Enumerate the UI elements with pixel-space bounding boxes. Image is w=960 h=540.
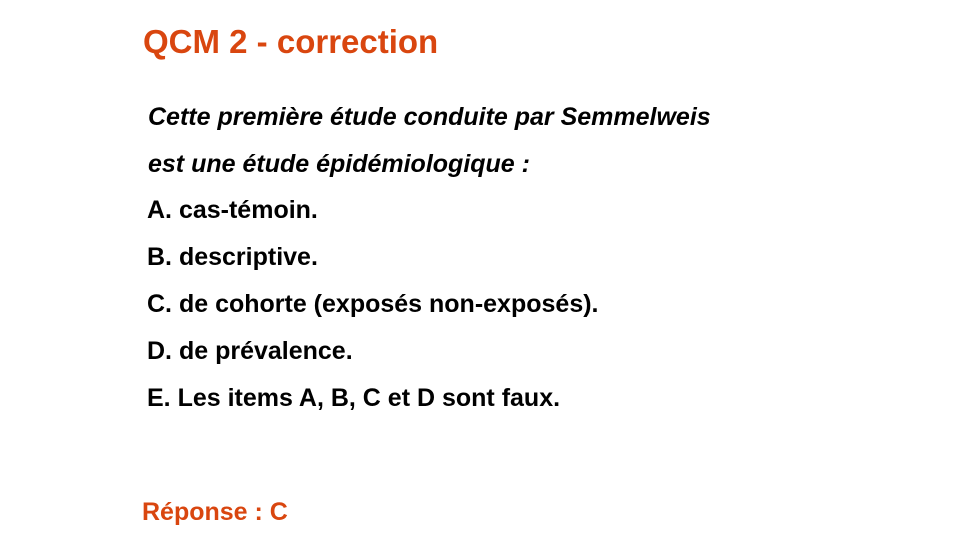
answer-text: Réponse : C (142, 498, 288, 526)
slide: QCM 2 - correction Cette première étude … (0, 0, 960, 540)
option-d: D. de prévalence. (147, 337, 353, 365)
slide-title: QCM 2 - correction (143, 23, 439, 60)
question-line-2: est une étude épidémiologique : (148, 150, 530, 178)
answer-options: A. cas-témoin. B. descriptive. C. de coh… (147, 187, 599, 422)
question-line-1: Cette première étude conduite par Semmel… (148, 103, 711, 131)
option-c: C. de cohorte (exposés non-exposés). (147, 290, 599, 318)
question-text: Cette première étude conduite par Semmel… (148, 94, 711, 188)
option-b: B. descriptive. (147, 243, 318, 271)
option-a: A. cas-témoin. (147, 196, 318, 224)
option-e: E. Les items A, B, C et D sont faux. (147, 384, 561, 412)
